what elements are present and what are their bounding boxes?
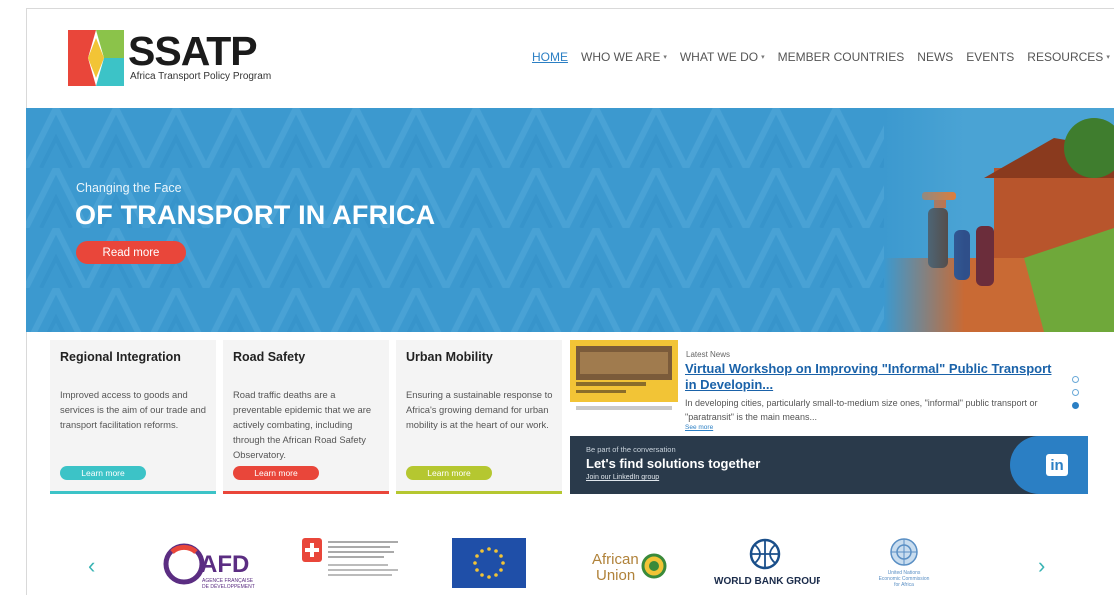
card-regional-integration: Regional Integration Improved access to … [50, 340, 216, 494]
hero-title: OF TRANSPORT IN AFRICA [75, 200, 436, 230]
nav-news-label: NEWS [917, 50, 954, 64]
caret-down-icon: ▾ [761, 54, 765, 61]
nav-events-label: EVENTS [966, 50, 1015, 64]
world-bank-group-logo[interactable]: WORLD BANK GROUP [710, 538, 820, 594]
news-title-link[interactable]: Virtual Workshop on Improving "Informal"… [685, 361, 1065, 393]
hero-banner: Changing the Face OF TRANSPORT IN AFRICA… [26, 108, 1114, 332]
learn-more-button[interactable]: Learn more [406, 466, 492, 480]
chevron-left-icon[interactable]: ‹ [88, 555, 95, 577]
nav-member-countries[interactable]: MEMBER COUNTRIES [778, 50, 905, 64]
carousel-dot[interactable] [1072, 389, 1079, 396]
ssatp-logo-mark [68, 30, 124, 86]
news-thumbnail[interactable] [570, 340, 678, 416]
card-accent-bar [223, 491, 389, 494]
african-union-logo[interactable]: African Union [588, 538, 668, 594]
caret-down-icon: ▾ [663, 54, 667, 61]
uneca-logo[interactable]: United Nations Economic Commission for A… [866, 538, 942, 594]
swiss-confederation-logo[interactable] [298, 538, 418, 594]
nav-who-we-are-label: WHO WE ARE [581, 50, 661, 64]
european-union-flag-logo[interactable] [450, 538, 528, 594]
caret-down-icon: ▾ [1106, 54, 1110, 61]
carousel-dot[interactable] [1072, 376, 1079, 383]
hero-kicker: Changing the Face [76, 181, 182, 195]
nav-events[interactable]: EVENTS [966, 50, 1014, 64]
linkedin-icon[interactable]: in [1046, 454, 1068, 476]
card-urban-mobility: Urban Mobility Ensuring a sustainable re… [396, 340, 562, 494]
afd-logo-sub2: DE DÉVELOPPEMENT [202, 583, 255, 590]
afd-logo[interactable]: AFD AGENCE FRANÇAISE DE DÉVELOPPEMENT [162, 538, 272, 594]
news-see-more-link[interactable]: See more [685, 424, 713, 431]
card-road-safety: Road Safety Road traffic deaths are a pr… [223, 340, 389, 494]
partners-carousel: ‹ AFD AGENCE FRANÇAISE DE DÉVELOPPEMENT … [26, 520, 1114, 595]
card-accent-bar [50, 491, 216, 494]
linkedin-title: Let's find solutions together [586, 456, 761, 471]
hero-photo [884, 108, 1114, 332]
african-union-logo-line1: African [592, 551, 639, 568]
brand-name: SSATP [128, 28, 258, 74]
chevron-right-icon[interactable]: › [1038, 555, 1045, 577]
nav-home[interactable]: HOME [532, 50, 568, 64]
card-title: Regional Integration [60, 350, 181, 364]
learn-more-button[interactable]: Learn more [233, 466, 319, 480]
hero-read-more-button[interactable]: Read more [76, 241, 186, 264]
nav-who-we-are[interactable]: WHO WE ARE ▾ [581, 50, 667, 64]
main-nav: HOME WHO WE ARE ▾ WHAT WE DO ▾ MEMBER COUN… [532, 50, 1110, 64]
african-union-logo-line2: Union [596, 567, 635, 584]
card-text: Road traffic deaths are a preventable ep… [233, 389, 372, 460]
world-bank-group-logo-text: WORLD BANK GROUP [714, 576, 820, 587]
card-title: Road Safety [233, 350, 306, 364]
linkedin-banner: Be part of the conversation Let's find s… [570, 436, 1088, 494]
afd-logo-text: AFD [200, 551, 249, 578]
nav-what-we-do[interactable]: WHAT WE DO ▾ [680, 50, 765, 64]
site-logo[interactable]: SSATP Africa Transport Policy Program [68, 28, 288, 88]
linkedin-join-link[interactable]: Join our LinkedIn group [586, 474, 659, 481]
nav-member-countries-label: MEMBER COUNTRIES [777, 50, 905, 64]
latest-news-panel: Latest News Virtual Workshop on Improvin… [570, 340, 1088, 434]
card-accent-bar [396, 491, 562, 494]
news-label: Latest News [686, 350, 731, 359]
carousel-dot-active[interactable] [1072, 402, 1079, 409]
card-text: Improved access to goods and services is… [60, 389, 206, 430]
nav-news[interactable]: NEWS [917, 50, 953, 64]
nav-resources-label: RESOURCES [1027, 50, 1104, 64]
learn-more-button[interactable]: Learn more [60, 466, 146, 480]
news-carousel-dots [1072, 376, 1079, 409]
linkedin-kicker: Be part of the conversation [586, 445, 676, 454]
nav-home-label: HOME [532, 50, 568, 64]
card-text: Ensuring a sustainable response to Afric… [406, 389, 553, 430]
card-title: Urban Mobility [406, 350, 493, 364]
news-excerpt: In developing cities, particularly small… [685, 398, 1038, 422]
nav-resources[interactable]: RESOURCES ▾ [1027, 50, 1110, 64]
focus-cards: Regional Integration Improved access to … [50, 340, 562, 494]
uneca-logo-line3: for Africa [894, 582, 914, 588]
nav-what-we-do-label: WHAT WE DO [679, 50, 759, 64]
brand-tagline: Africa Transport Policy Program [130, 71, 272, 82]
